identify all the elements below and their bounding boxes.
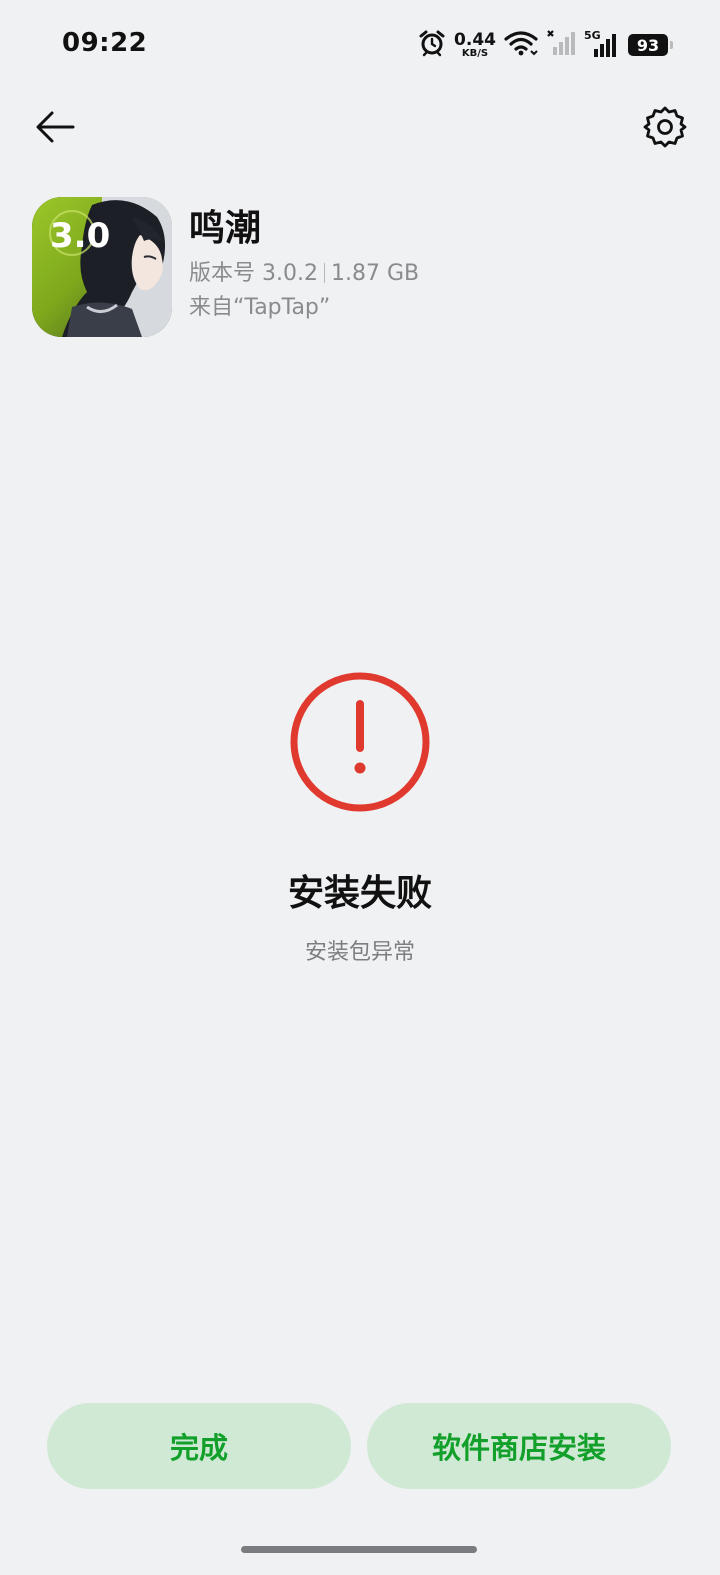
settings-button[interactable] bbox=[640, 104, 690, 154]
signal-no-sim-icon bbox=[546, 29, 576, 61]
result-description: 安装包异常 bbox=[304, 940, 415, 965]
app-icon-badge: 3.0 bbox=[50, 216, 110, 256]
net-speed-value: 0.44 bbox=[454, 29, 496, 50]
app-header: 3.0 鸣潮 版本号 3.0.2 1.87 GB 来自“TapTap” bbox=[32, 196, 419, 338]
alarm-icon bbox=[418, 29, 446, 61]
status-icons: 0.44 KB/S 5G 93 bbox=[418, 28, 673, 62]
signal-5g-icon: 5G bbox=[584, 29, 618, 59]
net-speed-unit: KB/S bbox=[461, 47, 489, 59]
install-result: 安装失败 安装包异常 bbox=[0, 670, 720, 966]
error-exclamation-icon bbox=[288, 670, 432, 818]
arrow-left-icon bbox=[33, 109, 77, 149]
bottom-actions: 完成 软件商店安装 bbox=[47, 1403, 671, 1489]
app-icon: 3.0 bbox=[32, 197, 172, 337]
net-speed: 0.44 KB/S bbox=[454, 29, 496, 59]
app-info: 鸣潮 版本号 3.0.2 1.87 GB 来自“TapTap” bbox=[189, 209, 419, 325]
battery-indicator: 93 bbox=[628, 34, 673, 56]
top-nav bbox=[0, 100, 720, 160]
done-button[interactable]: 完成 bbox=[47, 1403, 351, 1489]
meta-divider bbox=[323, 263, 325, 284]
app-source: 来自“TapTap” bbox=[189, 294, 331, 320]
wifi-icon bbox=[504, 29, 538, 61]
app-version: 版本号 3.0.2 bbox=[189, 260, 318, 286]
home-indicator[interactable] bbox=[241, 1546, 477, 1553]
app-size: 1.87 GB bbox=[330, 260, 420, 286]
status-time: 09:22 bbox=[62, 28, 148, 58]
app-name: 鸣潮 bbox=[189, 208, 262, 250]
status-bar: 09:22 0.44 KB/S 5G 93 bbox=[0, 0, 720, 90]
back-button[interactable] bbox=[30, 104, 80, 154]
result-title: 安装失败 bbox=[287, 873, 432, 914]
gear-icon bbox=[643, 105, 687, 153]
store-install-button[interactable]: 软件商店安装 bbox=[367, 1403, 671, 1489]
app-meta: 版本号 3.0.2 1.87 GB bbox=[189, 257, 419, 290]
